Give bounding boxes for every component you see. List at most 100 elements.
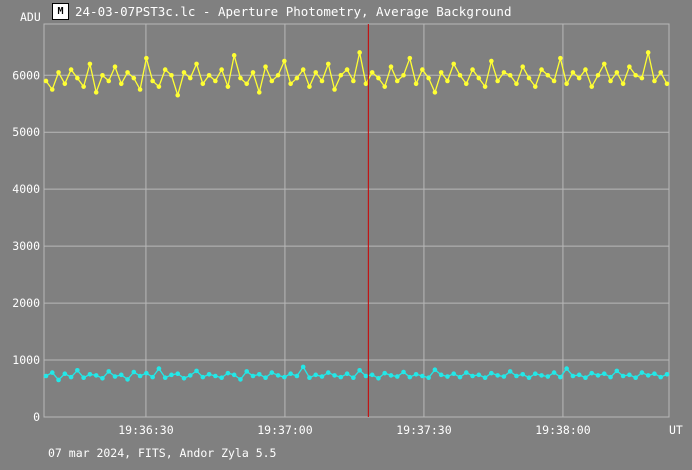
series-2-point [614,368,620,374]
series-1-point [558,55,563,61]
series-2-point [495,373,500,378]
series-1-point [432,90,438,95]
series-1-point [144,55,149,61]
series-2-point [294,373,300,379]
series-1-point [482,84,488,89]
series-2-point [394,374,400,379]
series-2-point [369,372,375,378]
series-1-point [520,64,526,70]
series-1-point [608,78,613,84]
series-1-point [275,72,281,78]
series-1-point [376,75,381,81]
series-2-point [313,372,319,378]
series-2-point [620,373,626,379]
series-1-point [162,67,168,72]
series-2-point [608,374,613,380]
series-2-point [307,375,312,381]
series-2-point [382,370,388,376]
plot-frame [43,23,670,418]
series-1-point [595,72,601,78]
series-2-point [432,367,438,373]
series-1-point [357,50,362,55]
series-1-point [150,78,155,84]
series-2-point [125,377,130,382]
series-1-point [652,78,657,84]
series-1-point [401,72,406,78]
series-1-point [263,64,268,70]
series-1-point [219,67,224,72]
series-1-point [332,87,337,92]
series-1-point [413,81,419,87]
series-2-point [156,366,162,371]
series-1-point [495,78,500,84]
series-1-point [633,72,638,78]
series-1-point [81,84,86,89]
y-tick-label: 4000 [12,182,40,196]
series-2-point [181,375,187,381]
series-2-point [658,374,664,380]
series-2-point [551,370,557,375]
series-2-point [269,370,275,375]
series-1-point [570,70,576,75]
series-2-point [438,372,444,378]
series-1-point [244,81,250,87]
series-2-point [263,375,268,381]
series-2-point [169,372,174,378]
series-1-point [658,70,664,75]
series-1-point [627,64,632,70]
series-1-point [645,50,651,55]
series-1-point [664,81,670,87]
series-2-point [420,373,425,379]
series-2-point [238,377,243,382]
series-2-point [426,375,431,381]
series-1-point [369,70,375,75]
series-2-point [338,374,344,380]
series-2-point [407,374,413,380]
series-2-point [250,373,256,379]
series-1-point [175,92,181,98]
series-2-point [470,373,475,379]
series-1-point [589,84,595,89]
x-tick-label: 19:37:30 [396,423,451,437]
series-2-point [576,372,582,378]
series-2-point [106,369,112,374]
series-2-point [68,374,74,380]
series-1-point [256,90,262,95]
series-1-point [313,70,319,75]
series-1-point [294,75,300,81]
series-1-point [56,70,61,75]
series-1-point [118,81,124,87]
series-2-point [213,373,218,379]
x-tick-label: 19:37:00 [257,423,312,437]
series-2-point [645,373,651,378]
series-2-point [150,374,155,380]
series-1-point [200,81,206,87]
series-1-point [300,67,306,72]
series-2-point [501,374,507,379]
series-1-point [545,72,551,78]
series-2-point [206,371,212,377]
series-2-point [300,364,306,370]
series-2-point [539,373,544,378]
series-2-point [507,369,513,374]
series-2-point [118,372,124,378]
light-curve-plot[interactable]: 0 1000 2000 3000 4000 5000 6000 19:36:30 19:37:… [0,0,692,470]
plot-grid [43,23,670,418]
series-1-point [639,75,645,81]
series-1-point [470,67,475,72]
series-2-point [256,371,262,377]
series-1-point [325,61,331,67]
series-2-point [388,373,394,378]
series-1-point [112,64,118,70]
y-axis-label: ADU [20,10,41,24]
y-tick-label: 0 [33,410,40,424]
series-2-point [476,372,482,378]
series-layer [43,50,670,383]
series-2-point [325,370,331,375]
series-2-point [633,375,638,381]
series-2-point [545,374,551,379]
series-1-point [394,78,400,84]
series-1-point [532,84,538,89]
series-2-point [363,373,369,379]
series-2-point [319,374,325,379]
